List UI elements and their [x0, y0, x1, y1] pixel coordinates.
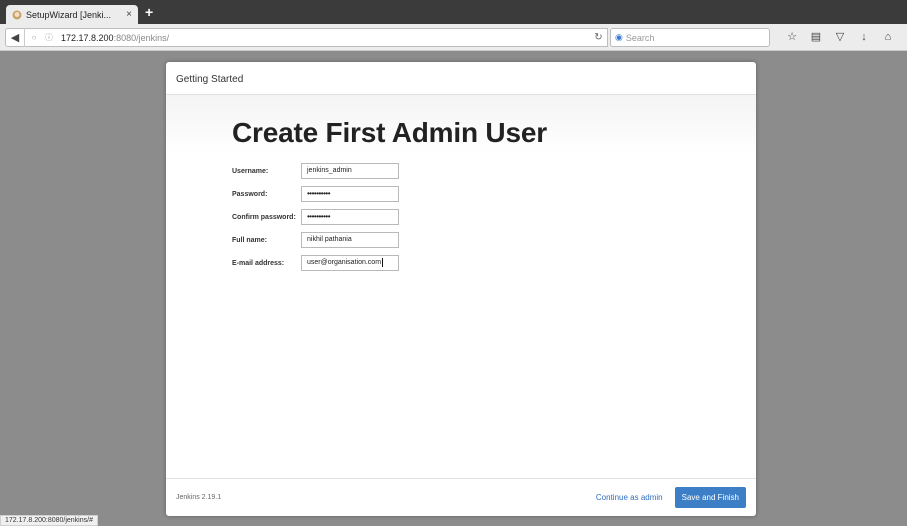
- email-value: user@organisation.com: [307, 259, 382, 266]
- new-tab-icon[interactable]: +: [145, 5, 153, 19]
- status-bar: 172.17.8.200:8080/jenkins/#: [0, 515, 98, 526]
- full-name-row: Full name: nikhil pathania: [232, 232, 399, 248]
- tab-title: SetupWizard [Jenki...: [26, 9, 112, 20]
- bookmark-star-icon[interactable]: ☆: [785, 29, 799, 46]
- url-host: 172.17.8.200: [61, 32, 114, 43]
- username-label: Username:: [232, 167, 269, 175]
- site-identity-icon[interactable]: ○: [28, 33, 40, 42]
- toolbar-icons: ☆ ▤ ▽ ↓ ⌂ ≡: [785, 29, 907, 46]
- full-name-label: Full name:: [232, 236, 268, 244]
- search-placeholder: Search: [625, 32, 655, 43]
- pocket-icon[interactable]: ▽: [833, 29, 847, 46]
- save-and-finish-button[interactable]: Save and Finish: [674, 487, 746, 508]
- confirm-password-label: Confirm password:: [232, 213, 296, 221]
- continue-as-admin-link[interactable]: Continue as admin: [596, 493, 663, 502]
- search-bar[interactable]: ◉ Search: [610, 28, 770, 47]
- card-footer: Jenkins 2.19.1 Continue as admin Save an…: [166, 478, 756, 516]
- email-label: E-mail address:: [232, 259, 285, 267]
- text-cursor: [382, 257, 384, 267]
- setup-wizard-card: Getting Started Create First Admin User …: [166, 62, 756, 516]
- back-arrow-icon[interactable]: ◀: [6, 28, 25, 47]
- password-row: Password: ••••••••••: [232, 186, 399, 202]
- email-field[interactable]: user@organisation.com: [301, 255, 399, 271]
- browser-tab[interactable]: SetupWizard [Jenki... ×: [6, 5, 138, 24]
- email-row: E-mail address: user@organisation.com: [232, 255, 399, 271]
- jenkins-favicon-icon: [12, 10, 22, 20]
- card-body: Create First Admin User Username: jenkin…: [166, 95, 756, 478]
- password-field[interactable]: ••••••••••: [301, 186, 399, 202]
- page-title: Create First Admin User: [232, 117, 547, 148]
- url-path: :8080/jenkins/: [113, 32, 170, 43]
- home-icon[interactable]: ⌂: [881, 29, 895, 46]
- card-header: Getting Started: [166, 62, 756, 95]
- search-engine-icon: ◉: [615, 32, 623, 42]
- password-label: Password:: [232, 190, 268, 198]
- nav-bar: ◀ ○ ⓘ 172.17.8.200:8080/jenkins/ ↻ ◉ Sea…: [0, 24, 907, 51]
- username-field[interactable]: jenkins_admin: [301, 163, 399, 179]
- confirm-password-row: Confirm password: ••••••••••: [232, 209, 399, 225]
- jenkins-version: Jenkins 2.19.1: [176, 494, 222, 501]
- info-icon[interactable]: ⓘ: [43, 32, 55, 43]
- confirm-password-field[interactable]: ••••••••••: [301, 209, 399, 225]
- full-name-field[interactable]: nikhil pathania: [301, 232, 399, 248]
- url-bar[interactable]: ◀ ○ ⓘ 172.17.8.200:8080/jenkins/: [5, 28, 605, 47]
- tab-close-icon[interactable]: ×: [126, 9, 132, 20]
- reload-icon[interactable]: ↻: [590, 28, 608, 47]
- tab-bar: SetupWizard [Jenki... × +: [0, 0, 907, 24]
- reading-list-icon[interactable]: ▤: [809, 29, 823, 46]
- username-row: Username: jenkins_admin: [232, 163, 399, 179]
- download-icon[interactable]: ↓: [857, 29, 871, 46]
